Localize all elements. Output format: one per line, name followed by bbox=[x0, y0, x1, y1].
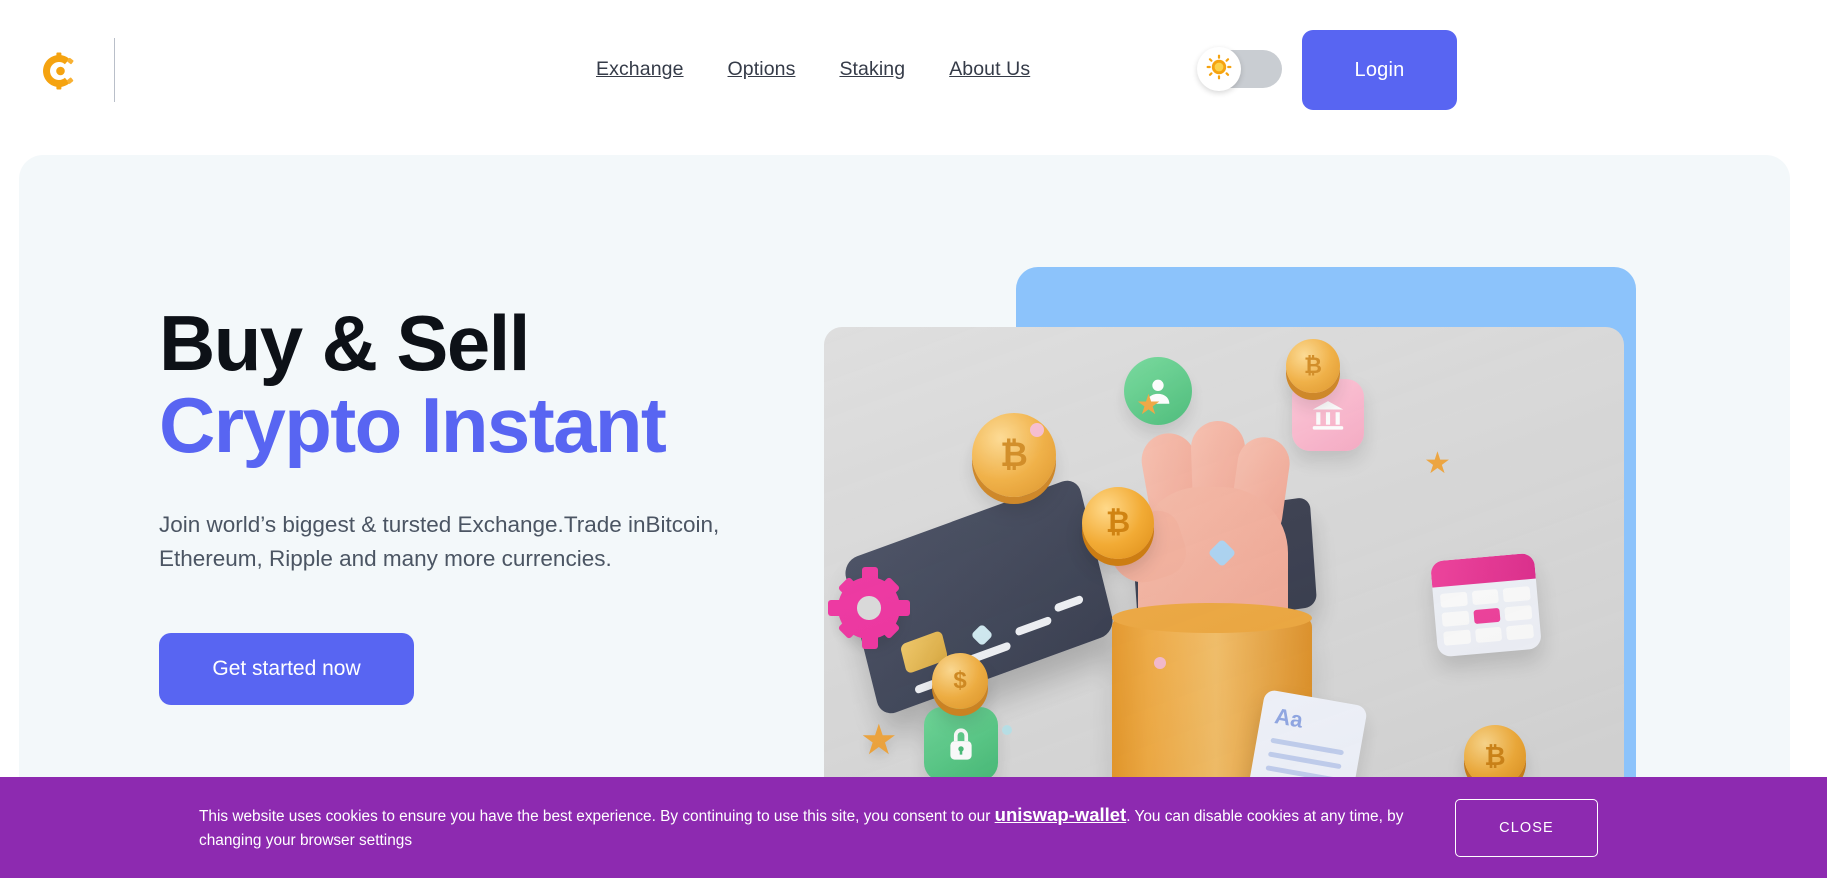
nav-item-about-us[interactable]: About Us bbox=[949, 52, 1030, 87]
hero-title-line1: Buy & Sell bbox=[159, 299, 530, 387]
credit-card-icon bbox=[842, 476, 1116, 718]
theme-mode-toggle[interactable] bbox=[1197, 47, 1282, 91]
user-avatar-icon bbox=[1124, 357, 1192, 425]
hero-copy: Buy & Sell Crypto Instant Join world’s b… bbox=[159, 299, 839, 705]
cookie-text-before: This website uses cookies to ensure you … bbox=[199, 808, 995, 825]
cookie-close-button[interactable]: CLOSE bbox=[1455, 799, 1598, 857]
calendar-header bbox=[1430, 552, 1536, 588]
dot-icon bbox=[1154, 657, 1166, 669]
cube-icon bbox=[970, 623, 994, 647]
star-icon: ★ bbox=[1424, 447, 1451, 480]
hero-subtitle: Join world’s biggest & tursted Exchange.… bbox=[159, 512, 720, 571]
candlestick-chart-icon bbox=[1130, 496, 1318, 632]
calendar-icon bbox=[1430, 552, 1542, 658]
bitcoin-coin-held-icon: ₿ bbox=[1082, 487, 1154, 559]
star-icon: ★ bbox=[860, 716, 898, 763]
crypto-c-logo-icon bbox=[39, 51, 79, 91]
bitcoin-coin-top-icon: ₿ bbox=[1286, 339, 1340, 393]
toggle-knob[interactable] bbox=[1197, 47, 1241, 91]
nav-item-staking[interactable]: Staking bbox=[839, 52, 905, 87]
get-started-button[interactable]: Get started now bbox=[159, 632, 414, 705]
nav-item-options[interactable]: Options bbox=[728, 52, 796, 87]
bank-icon bbox=[1292, 379, 1364, 451]
finger bbox=[1227, 433, 1293, 545]
lock-icon bbox=[924, 707, 998, 781]
bitcoin-coin-icon: ₿ bbox=[972, 413, 1056, 497]
nav-item-exchange[interactable]: Exchange bbox=[596, 52, 684, 87]
finger bbox=[1190, 420, 1248, 534]
hero-title-line2: Crypto Instant bbox=[159, 381, 667, 470]
header-divider bbox=[114, 38, 115, 102]
login-button[interactable]: Login bbox=[1302, 30, 1457, 110]
dot-icon bbox=[1030, 423, 1044, 437]
cookie-text: This website uses cookies to ensure you … bbox=[199, 801, 1431, 853]
calendar-grid bbox=[1432, 579, 1541, 654]
document-label: Aa bbox=[1272, 703, 1305, 733]
page-root: Exchange Options Staking About Us Login … bbox=[0, 0, 1827, 878]
cylinder-top bbox=[1112, 603, 1312, 633]
site-header: Exchange Options Staking About Us Login bbox=[0, 0, 1827, 139]
hero-section: Buy & Sell Crypto Instant Join world’s b… bbox=[19, 155, 1790, 878]
dot-icon bbox=[1002, 725, 1012, 735]
star-icon: ★ bbox=[1136, 389, 1162, 420]
dollar-coin-icon: $ bbox=[932, 653, 988, 709]
gear-icon bbox=[828, 567, 910, 649]
cookie-consent-banner: This website uses cookies to ensure you … bbox=[0, 777, 1827, 878]
cube-icon bbox=[1207, 538, 1237, 568]
cookie-policy-link[interactable]: uniswap-wallet bbox=[995, 804, 1127, 825]
hand-palm bbox=[1138, 487, 1288, 659]
main-navigation: Exchange Options Staking About Us bbox=[596, 0, 1030, 139]
card-chip bbox=[899, 629, 949, 675]
sun-icon bbox=[1205, 53, 1233, 86]
brand-logo[interactable] bbox=[38, 50, 80, 92]
